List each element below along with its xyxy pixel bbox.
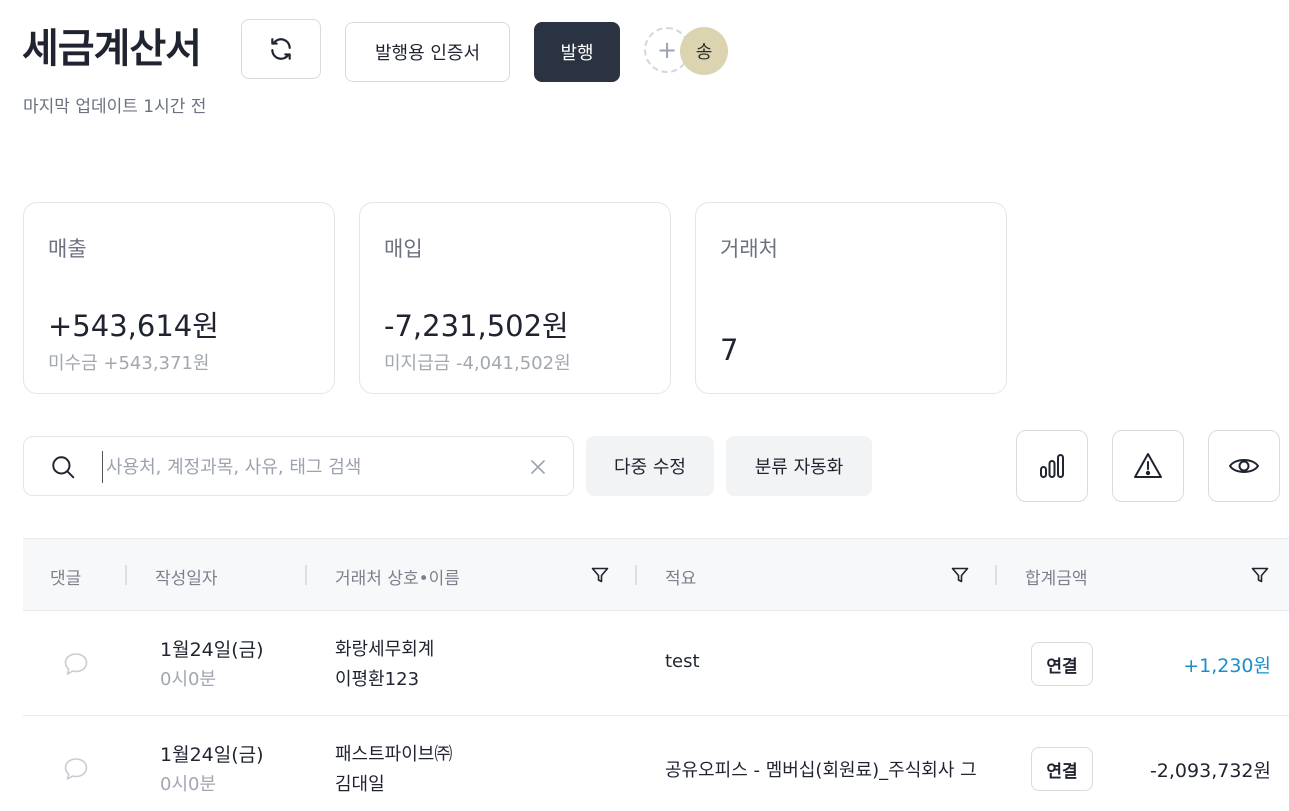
clear-icon[interactable] <box>528 457 548 477</box>
link-button[interactable]: 연결 <box>1031 747 1093 791</box>
sales-label: 매출 <box>48 237 87 261</box>
warning-button[interactable] <box>1112 430 1184 502</box>
issue-date: 1월24일(금) <box>160 744 264 766</box>
visibility-button[interactable] <box>1208 430 1280 502</box>
search-input[interactable] <box>102 451 512 483</box>
total-amount: -2,093,732원 <box>1149 760 1271 782</box>
link-button[interactable]: 연결 <box>1031 642 1093 686</box>
eye-icon <box>1228 459 1260 473</box>
partners-label: 거래처 <box>720 237 778 261</box>
partners-count: 7 <box>720 333 739 367</box>
receivables-text: 미수금 +543,371원 <box>48 353 210 374</box>
purchase-amount: -7,231,502원 <box>384 309 569 343</box>
issue-time: 0시0분 <box>160 669 217 690</box>
memo-text: test <box>665 651 700 672</box>
issue-date: 1월24일(금) <box>160 639 264 661</box>
column-divider[interactable] <box>125 565 127 585</box>
last-updated-text: 마지막 업데이트 1시간 전 <box>23 97 207 117</box>
statistics-button[interactable] <box>1016 430 1088 502</box>
column-divider[interactable] <box>635 565 637 585</box>
column-partner[interactable]: 거래처 상호•이름 <box>335 564 460 589</box>
purchase-label: 매입 <box>384 237 423 261</box>
memo-text: 공유오피스 - 멤버십(회원료)_주식회사 그 <box>665 760 977 781</box>
comment-icon[interactable] <box>63 651 89 677</box>
partner-person: 이평환123 <box>335 669 420 690</box>
refresh-icon <box>271 38 291 60</box>
page-title: 세금계산서 <box>22 26 202 72</box>
payables-text: 미지급금 -4,041,502원 <box>384 353 571 374</box>
partners-summary-card[interactable]: 거래처 7 <box>695 202 1007 394</box>
comment-icon[interactable] <box>63 756 89 782</box>
multi-edit-button[interactable]: 다중 수정 <box>586 436 714 496</box>
issuing-certificate-button[interactable]: 발행용 인증서 <box>345 22 510 82</box>
column-date[interactable]: 작성일자 <box>155 564 218 589</box>
column-comment[interactable]: 댓글 <box>50 564 81 589</box>
warning-icon <box>1134 453 1162 478</box>
table-header: 댓글 작성일자 거래처 상호•이름 적요 합계금액 <box>23 538 1289 611</box>
column-divider[interactable] <box>995 565 997 585</box>
filter-icon[interactable] <box>1250 565 1270 585</box>
table-row[interactable]: 1월24일(금) 0시0분 패스트파이브㈜ 김대일 공유오피스 - 멤버십(회원… <box>23 716 1289 811</box>
sales-summary-card[interactable]: 매출 +543,614원 미수금 +543,371원 <box>23 202 335 394</box>
purchase-summary-card[interactable]: 매입 -7,231,502원 미지급금 -4,041,502원 <box>359 202 671 394</box>
column-total[interactable]: 합계금액 <box>1025 564 1088 589</box>
partner-name: 패스트파이브㈜ <box>335 744 453 765</box>
issue-button[interactable]: 발행 <box>534 22 620 82</box>
search-box <box>23 436 574 496</box>
search-icon <box>52 456 75 479</box>
filter-icon[interactable] <box>950 565 970 585</box>
issue-time: 0시0분 <box>160 774 217 795</box>
refresh-button[interactable] <box>241 19 321 79</box>
sales-amount: +543,614원 <box>48 309 219 343</box>
column-divider[interactable] <box>305 565 307 585</box>
filter-icon[interactable] <box>590 565 610 585</box>
total-amount: +1,230원 <box>1183 655 1271 677</box>
partner-person: 김대일 <box>335 774 385 795</box>
column-memo[interactable]: 적요 <box>665 564 696 589</box>
plus-icon: + <box>656 36 678 64</box>
avatar[interactable]: 송 <box>680 27 728 75</box>
auto-classify-button[interactable]: 분류 자동화 <box>726 436 872 496</box>
table-row[interactable]: 1월24일(금) 0시0분 화랑세무회계 이평환123 test 연결 +1,2… <box>23 611 1289 716</box>
bar-chart-icon <box>1040 454 1064 478</box>
partner-name: 화랑세무회계 <box>335 639 435 660</box>
